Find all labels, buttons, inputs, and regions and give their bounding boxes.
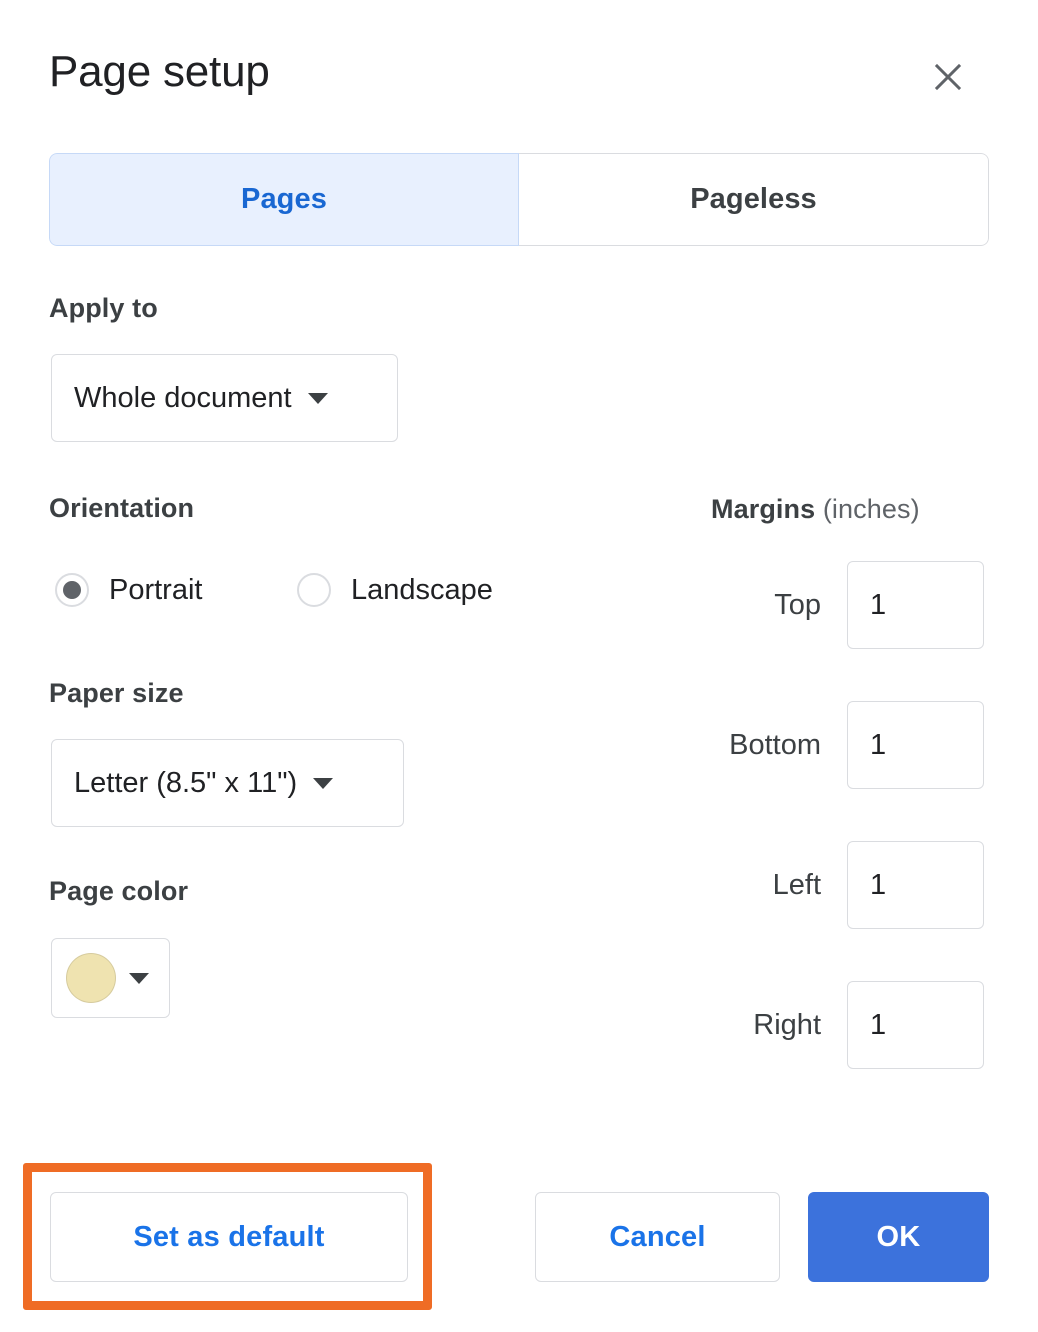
- page-color-swatch: [66, 953, 116, 1003]
- chevron-down-icon: [308, 393, 328, 404]
- margin-left-label: Left: [711, 869, 847, 902]
- margins-group: Top Bottom Left Right: [711, 561, 984, 1069]
- tab-pageless[interactable]: Pageless: [519, 153, 989, 246]
- radio-orientation-landscape[interactable]: Landscape: [297, 573, 493, 607]
- margins-label: Margins (inches): [711, 494, 920, 525]
- apply-to-value: Whole document: [74, 382, 292, 415]
- radio-portrait-label: Portrait: [109, 574, 202, 607]
- margin-top-label: Top: [711, 589, 847, 622]
- margin-row-top: Top: [711, 561, 984, 649]
- ok-button[interactable]: OK: [808, 1192, 989, 1282]
- margin-row-right: Right: [711, 981, 984, 1069]
- chevron-down-icon: [313, 778, 333, 789]
- margin-bottom-label: Bottom: [711, 729, 847, 762]
- page-color-label: Page color: [49, 876, 188, 907]
- radio-orientation-portrait[interactable]: Portrait: [55, 573, 202, 607]
- margins-unit-text: (inches): [823, 494, 920, 524]
- ok-label: OK: [877, 1221, 921, 1254]
- margin-row-bottom: Bottom: [711, 701, 984, 789]
- chevron-down-icon: [129, 973, 149, 984]
- margin-bottom-input[interactable]: [847, 701, 984, 789]
- close-icon: [930, 59, 966, 95]
- margin-row-left: Left: [711, 841, 984, 929]
- margin-left-input[interactable]: [847, 841, 984, 929]
- radio-selected-icon: [55, 573, 89, 607]
- margin-right-label: Right: [711, 1009, 847, 1042]
- cancel-button[interactable]: Cancel: [535, 1192, 780, 1282]
- paper-size-label: Paper size: [49, 678, 184, 709]
- orientation-label: Orientation: [49, 493, 194, 524]
- set-as-default-button[interactable]: Set as default: [50, 1192, 408, 1282]
- page-color-picker-button[interactable]: [51, 938, 170, 1018]
- paper-size-value: Letter (8.5" x 11"): [74, 767, 297, 800]
- set-as-default-label: Set as default: [133, 1221, 324, 1254]
- tab-pages-label: Pages: [241, 183, 327, 216]
- radio-landscape-label: Landscape: [351, 574, 493, 607]
- close-button[interactable]: [918, 47, 978, 107]
- tab-pages[interactable]: Pages: [49, 153, 519, 246]
- view-mode-tabs: Pages Pageless: [49, 153, 989, 246]
- cancel-label: Cancel: [609, 1221, 705, 1254]
- margin-top-input[interactable]: [847, 561, 984, 649]
- tab-pageless-label: Pageless: [690, 183, 817, 216]
- apply-to-label: Apply to: [49, 293, 158, 324]
- page-title: Page setup: [49, 44, 270, 100]
- radio-unselected-icon: [297, 573, 331, 607]
- paper-size-dropdown[interactable]: Letter (8.5" x 11"): [51, 739, 404, 827]
- margin-right-input[interactable]: [847, 981, 984, 1069]
- margins-label-text: Margins: [711, 494, 815, 524]
- apply-to-dropdown[interactable]: Whole document: [51, 354, 398, 442]
